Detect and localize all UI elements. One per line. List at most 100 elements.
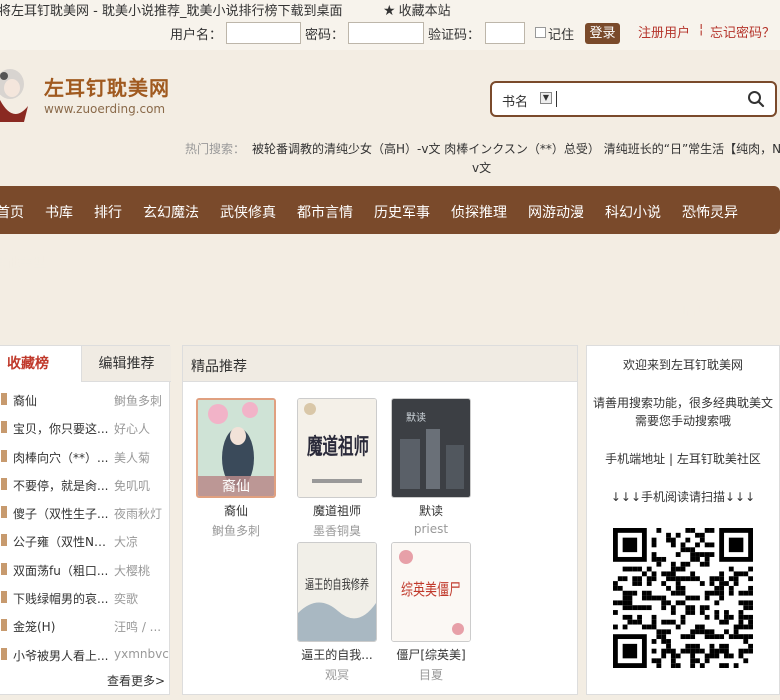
book-card[interactable]: 综英美僵尸 僵尸[综英美] 目夏 bbox=[391, 542, 475, 683]
dropdown-arrow-icon[interactable]: ▼ bbox=[540, 92, 552, 104]
list-item[interactable]: 下贱绿帽男的哀... 奕歌 bbox=[0, 584, 171, 612]
book-card[interactable]: 默读 默读 priest bbox=[391, 398, 475, 536]
site-header: 左耳钉耽美网 www.zuoerding.com 书名 ▼ 热门搜索： 被轮番调… bbox=[0, 50, 780, 180]
temp-bookshelf-link[interactable]: 临时书架▼ bbox=[682, 300, 744, 319]
register-link[interactable]: 注册用户 bbox=[638, 22, 690, 41]
login-button[interactable]: 登录 bbox=[585, 23, 620, 44]
featured-header: 精品推荐 bbox=[183, 346, 577, 382]
book-title[interactable]: 裔仙 bbox=[13, 392, 109, 409]
nav-item-other[interactable]: 其他类型 bbox=[0, 252, 46, 271]
book-cover[interactable]: 综英美僵尸 bbox=[391, 542, 471, 642]
nav-item-detective[interactable]: 侦探推理 bbox=[451, 202, 507, 222]
search-icon[interactable] bbox=[747, 90, 765, 108]
book-author[interactable]: 目夏 bbox=[391, 666, 471, 683]
rank-marker bbox=[1, 449, 7, 462]
list-item[interactable]: 金笼(H) 汪鸣 / ... bbox=[0, 612, 171, 640]
book-title[interactable]: 公子雍（双性NP... bbox=[13, 533, 109, 550]
rank-marker bbox=[1, 534, 7, 547]
password-input[interactable] bbox=[348, 22, 424, 44]
book-author[interactable]: priest bbox=[391, 522, 471, 536]
book-title[interactable]: 双面荡fu（粗口... bbox=[13, 562, 109, 579]
list-item[interactable]: 双面荡fu（粗口... 大樱桃 bbox=[0, 556, 171, 584]
nav-item-library[interactable]: 书库 bbox=[45, 202, 73, 222]
book-cover[interactable]: 默读 bbox=[391, 398, 471, 498]
remember-checkbox[interactable] bbox=[535, 27, 546, 38]
username-label: 用户名： bbox=[170, 28, 223, 43]
featured-panel: 精品推荐 裔仙 裔仙 鲥鱼多刺 魔道祖师 魔道祖师 墨香铜臭 默读 默读 pri… bbox=[182, 345, 578, 695]
book-title[interactable]: 小爷被男人看上... bbox=[13, 647, 109, 664]
more-link[interactable]: 查看更多> bbox=[107, 672, 165, 689]
book-author[interactable]: 奕歌 bbox=[114, 590, 169, 607]
rank-marker bbox=[1, 393, 7, 405]
list-item[interactable]: 傻子（双性生子... 夜雨秋灯 bbox=[0, 499, 171, 527]
book-title[interactable]: 逼王的自我... bbox=[297, 646, 377, 663]
nav-item-fantasy[interactable]: 玄幻魔法 bbox=[143, 202, 199, 222]
logo-text[interactable]: 左耳钉耽美网 bbox=[44, 72, 170, 101]
book-title[interactable]: 裔仙 bbox=[196, 502, 276, 519]
book-card[interactable]: 魔道祖师 魔道祖师 墨香铜臭 bbox=[297, 398, 381, 539]
book-author[interactable]: 好心人 bbox=[114, 420, 169, 437]
book-author[interactable]: yxmnbvc bbox=[114, 647, 169, 661]
book-author[interactable]: 美人菊 bbox=[114, 449, 169, 466]
book-title[interactable]: 魔道祖师 bbox=[297, 502, 377, 519]
book-cover[interactable]: 裔仙 bbox=[196, 398, 276, 498]
forgot-password-link[interactable]: 忘记密码？ bbox=[710, 22, 775, 41]
book-card[interactable]: 逼王的自我修养 逼王的自我... 观冥 bbox=[297, 542, 381, 683]
list-item[interactable]: 宝贝，你只要这... 好心人 bbox=[0, 414, 171, 442]
nav-item-wuxia[interactable]: 武侠修真 bbox=[220, 202, 276, 222]
book-cover[interactable]: 逼王的自我修养 bbox=[297, 542, 377, 642]
book-author[interactable]: 鲥鱼多刺 bbox=[114, 392, 169, 409]
tab-favorites[interactable]: 收藏榜 bbox=[0, 346, 81, 382]
hot-search-links-cont[interactable]: v文 bbox=[472, 159, 491, 176]
book-author[interactable]: 墨香铜臭 bbox=[297, 522, 377, 539]
mobile-links[interactable]: 手机端地址 | 左耳钉耽美社区 bbox=[587, 450, 779, 467]
captcha-label: 验证码： bbox=[428, 28, 481, 43]
username-input[interactable] bbox=[226, 22, 301, 44]
book-author[interactable]: 大樱桃 bbox=[114, 562, 169, 579]
book-title[interactable]: 不要停，就是肏... bbox=[13, 477, 109, 494]
search-input[interactable] bbox=[556, 91, 557, 107]
captcha-input[interactable] bbox=[485, 22, 525, 44]
nav-item-home[interactable]: 首页 bbox=[0, 202, 24, 222]
book-author[interactable]: 观冥 bbox=[297, 666, 377, 683]
book-title[interactable]: 肉棒向穴（**）... bbox=[13, 449, 109, 466]
list-item[interactable]: 肉棒向穴（**）... 美人菊 bbox=[0, 443, 171, 471]
book-title[interactable]: 金笼(H) bbox=[13, 618, 109, 635]
nav-item-horror[interactable]: 恐怖灵异 bbox=[682, 202, 738, 222]
book-author[interactable]: 汪鸣 / ... bbox=[114, 618, 169, 635]
nav-item-history[interactable]: 历史军事 bbox=[374, 202, 430, 222]
rank-marker bbox=[1, 562, 7, 575]
book-author[interactable]: 大凉 bbox=[114, 533, 169, 550]
list-item[interactable]: 小爷被男人看上... yxmnbvc bbox=[0, 641, 171, 669]
list-item[interactable]: 裔仙 鲥鱼多刺 bbox=[0, 386, 171, 414]
list-item[interactable]: 不要停，就是肏... 免叽叽 bbox=[0, 471, 171, 499]
hot-search-links[interactable]: 被轮番调教的清纯少女（高H）-v文 肉棒インクスン（**）总受） 清纯班长的“日… bbox=[252, 140, 780, 157]
top-bar: 将左耳钉耽美网 - 耽美小说推荐_耽美小说排行榜下载到桌面 ★ 收藏本站 用户名：… bbox=[0, 0, 780, 50]
qr-code-icon bbox=[613, 528, 753, 668]
book-cover[interactable]: 魔道祖师 bbox=[297, 398, 377, 498]
book-author[interactable]: 鲥鱼多刺 bbox=[196, 522, 276, 539]
tab-editor-picks[interactable]: 编辑推荐 bbox=[81, 346, 171, 382]
nav-item-game[interactable]: 网游动漫 bbox=[528, 202, 584, 222]
book-title[interactable]: 宝贝，你只要这... bbox=[13, 420, 109, 437]
book-card[interactable]: 裔仙 裔仙 鲥鱼多刺 bbox=[196, 398, 280, 539]
remember-label: 记住 bbox=[548, 28, 575, 43]
search-box: 书名 ▼ bbox=[490, 81, 777, 117]
book-title[interactable]: 傻子（双性生子... bbox=[13, 505, 109, 522]
desktop-download-link[interactable]: 将左耳钉耽美网 - 耽美小说推荐_耽美小说排行榜下载到桌面 bbox=[0, 0, 342, 19]
book-author[interactable]: 免叽叽 bbox=[114, 477, 169, 494]
book-title[interactable]: 僵尸[综英美] bbox=[391, 646, 471, 663]
ranking-list: 裔仙 鲥鱼多刺 宝贝，你只要这... 好心人 肉棒向穴（**）... 美人菊 不要停，… bbox=[0, 386, 171, 669]
cover-text: 魔道祖师 bbox=[307, 434, 369, 460]
book-author[interactable]: 夜雨秋灯 bbox=[114, 505, 169, 522]
nav-item-ranking[interactable]: 排行 bbox=[94, 202, 122, 222]
password-label: 密码： bbox=[305, 28, 345, 43]
favorite-site-link[interactable]: ★ 收藏本站 bbox=[383, 0, 451, 19]
search-type-select[interactable]: 书名 bbox=[502, 91, 528, 110]
list-item[interactable]: 公子雍（双性NP... 大凉 bbox=[0, 527, 171, 555]
rank-marker bbox=[1, 477, 7, 490]
book-title[interactable]: 默读 bbox=[391, 502, 471, 519]
nav-item-scifi[interactable]: 科幻小说 bbox=[605, 202, 661, 222]
book-title[interactable]: 下贱绿帽男的哀... bbox=[13, 590, 109, 607]
nav-item-urban[interactable]: 都市言情 bbox=[297, 202, 353, 222]
